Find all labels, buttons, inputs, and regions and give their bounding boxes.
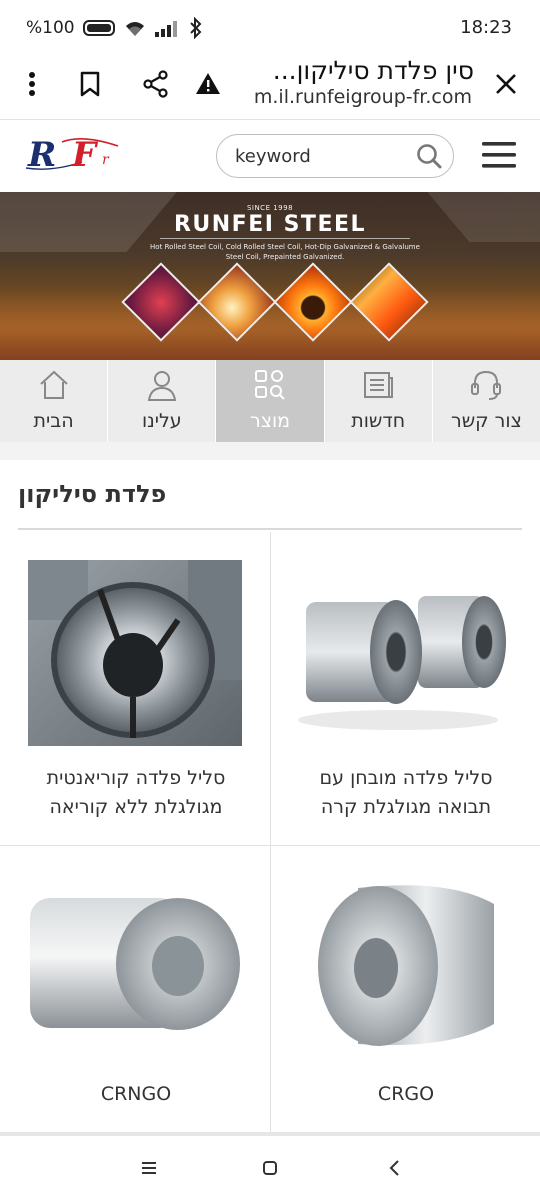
search-icon[interactable] — [415, 142, 443, 170]
tab-label: חדשות — [351, 410, 406, 432]
product-image[interactable] — [28, 560, 242, 746]
headset-icon — [471, 370, 502, 400]
product-grid-icon — [255, 370, 285, 400]
status-time: 18:23 — [460, 17, 512, 38]
user-icon — [147, 371, 176, 401]
back-icon[interactable] — [382, 1156, 406, 1180]
signal-icon — [154, 21, 177, 37]
home-icon — [39, 370, 68, 399]
tab-label: הבית — [33, 410, 74, 432]
product-image[interactable] — [298, 560, 512, 746]
banner-divider — [160, 238, 410, 239]
tab-home[interactable]: הבית — [0, 360, 109, 442]
tab-label: צור קשר — [450, 410, 522, 432]
section-title: פלדת סיליקון — [18, 480, 167, 508]
news-icon — [364, 372, 394, 398]
product-name-line1[interactable]: סליל פלדה קוריאנטית — [16, 764, 256, 793]
banner-title: RUNFEI STEEL — [173, 212, 367, 237]
main-nav: הבית עלינו מוצר חדשות צור קשר — [0, 360, 540, 442]
close-icon[interactable] — [488, 66, 524, 102]
product-card[interactable]: CRGO — [270, 846, 540, 1132]
page-title[interactable]: סין פלדת סיליקון... — [234, 56, 474, 85]
search-box[interactable] — [216, 134, 454, 178]
status-bar: %100 18:23 — [0, 0, 540, 54]
hero-banner[interactable]: SINCE 1998 RUNFEI STEEL Hot Rolled Steel… — [0, 192, 540, 360]
warning-icon[interactable] — [190, 66, 226, 102]
home-button-icon[interactable] — [258, 1156, 282, 1180]
more-vert-icon[interactable] — [14, 66, 50, 102]
svg-text:R: R — [27, 135, 56, 175]
battery-icon — [82, 20, 115, 36]
site-header: R F r — [0, 120, 540, 192]
product-name[interactable]: CRGO — [286, 1080, 526, 1109]
battery-percentage: %100 — [26, 18, 75, 38]
section-divider — [0, 442, 540, 460]
product-card[interactable]: סליל פלדה מובחן עם תבואה מגולגלת קרה — [270, 532, 540, 845]
bookmark-icon[interactable] — [72, 66, 108, 102]
url-domain[interactable]: m.il.runfeigroup-fr.com — [232, 86, 472, 108]
system-nav-bar — [0, 1136, 540, 1200]
wifi-icon — [125, 22, 144, 36]
product-name[interactable]: CRNGO — [16, 1080, 256, 1109]
bluetooth-icon — [189, 17, 202, 39]
recents-menu-icon[interactable] — [137, 1156, 161, 1180]
product-name-line1[interactable]: סליל פלדה מובחן עם — [286, 764, 526, 793]
hamburger-menu-icon[interactable] — [480, 138, 518, 172]
section-header: פלדת סיליקון — [18, 470, 522, 530]
tab-label: מוצר — [249, 410, 291, 432]
svg-text:r: r — [102, 152, 110, 168]
product-name-line2[interactable]: מגולגלת ללא קוריאה — [16, 793, 256, 822]
tab-label: עלינו — [141, 410, 182, 432]
runfei-logo[interactable]: R F r — [22, 132, 130, 178]
svg-text:F: F — [71, 135, 99, 175]
banner-since: SINCE 1998 — [246, 204, 294, 212]
search-input[interactable] — [235, 143, 405, 169]
product-card[interactable]: סליל פלדה קוריאנטית מגולגלת ללא קוריאה — [0, 532, 270, 845]
tab-about[interactable]: עלינו — [108, 360, 217, 442]
browser-toolbar: סין פלדת סיליקון... m.il.runfeigroup-fr.… — [0, 54, 540, 120]
product-image[interactable] — [298, 874, 512, 1060]
banner-subtitle: Hot Rolled Steel Coil, Cold Rolled Steel… — [150, 243, 420, 261]
product-name-line2[interactable]: תבואה מגולגלת קרה — [286, 793, 526, 822]
status-left: %100 — [26, 17, 203, 39]
tab-contact[interactable]: צור קשר — [433, 360, 540, 442]
product-card[interactable]: CRNGO — [0, 846, 270, 1132]
share-icon[interactable] — [138, 66, 174, 102]
product-grid: סליל פלדה קוריאנטית מגולגלת ללא קוריאה ס… — [0, 532, 540, 1136]
product-image[interactable] — [28, 874, 242, 1060]
tab-news[interactable]: חדשות — [325, 360, 433, 442]
tab-products[interactable]: מוצר — [216, 360, 325, 442]
